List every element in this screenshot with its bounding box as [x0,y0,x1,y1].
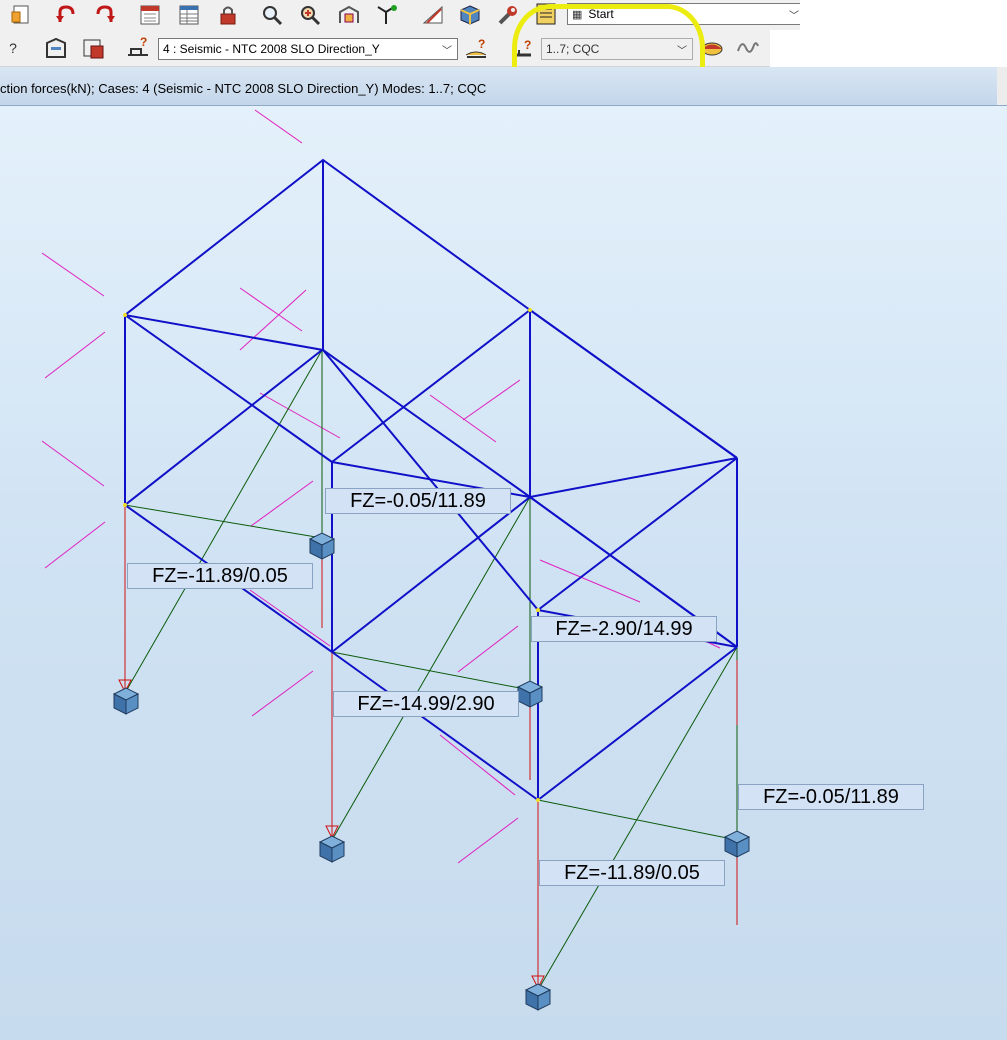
support-cube [524,983,552,1011]
cube-icon[interactable] [457,3,483,27]
load-case-select-value: 4 : Seismic - NTC 2008 SLO Direction_Y [163,42,380,56]
help-hand-label: ? [9,40,17,56]
layout-select-value: Start [588,7,614,21]
modes-select-value: 1..7; CQC [546,42,600,56]
view-title-bar: ction forces(kN); Cases: 4 (Seismic - NT… [0,67,1007,106]
wave-icon[interactable] [735,36,761,60]
undo-icon[interactable] [54,3,80,27]
toolbar-row-1: ▦ Start ﹀ [0,0,805,30]
layout-grid-icon: ▦ [572,8,583,21]
toolbar-empty-area [800,0,1007,66]
layout-icon[interactable] [533,2,559,26]
svg-text:?: ? [524,38,531,52]
support-cube [723,830,751,858]
chevron-down-icon[interactable]: ﹀ [441,42,453,57]
reaction-label: FZ=-2.90/14.99 [531,616,717,642]
table-icon[interactable] [176,3,202,27]
support-cube [308,532,336,560]
layout-select[interactable]: ▦ Start ﹀ [567,3,805,25]
load-case-help-icon[interactable]: ? [125,34,151,58]
svg-text:?: ? [478,37,485,51]
calculator-icon[interactable] [137,3,163,27]
support-cube [516,680,544,708]
chevron-down-icon[interactable]: ﹀ [788,7,800,22]
chevron-down-icon[interactable]: ﹀ [676,42,688,57]
support-lines [124,349,738,991]
wrench-icon[interactable] [495,3,521,27]
svg-text:?: ? [140,35,147,49]
reaction-label: FZ=-14.99/2.90 [333,691,519,717]
reaction-label: FZ=-0.05/11.89 [325,488,511,514]
redo-icon[interactable] [91,3,117,27]
structure-icon[interactable] [336,3,362,27]
load-display-icon[interactable]: ? [463,36,489,60]
scrollbar[interactable] [997,67,1007,105]
frame-view-icon[interactable] [43,36,69,60]
zoom-window-icon[interactable] [297,3,323,27]
view-title: ction forces(kN); Cases: 4 (Seismic - NT… [0,81,487,96]
support-cubes [112,532,751,1011]
spectrum-icon[interactable] [699,36,725,60]
axis-icon[interactable] [373,3,399,27]
help-hand-icon[interactable]: ? [0,36,26,60]
lock-icon[interactable] [215,3,241,27]
load-case-select[interactable]: 4 : Seismic - NTC 2008 SLO Direction_Y ﹀ [158,38,458,60]
model-viewport[interactable]: FZ=-0.05/11.89 FZ=-11.89/0.05 FZ=-2.90/1… [0,106,1007,1040]
reaction-label: FZ=-11.89/0.05 [127,563,313,589]
modes-select[interactable]: 1..7; CQC ﹀ [541,38,693,60]
reaction-label: FZ=-0.05/11.89 [738,784,924,810]
support-cube [112,687,140,715]
save-view-icon[interactable] [80,36,106,60]
magenta-guide-lines [41,109,738,864]
support-cube [318,835,346,863]
document-icon[interactable] [8,3,34,27]
toolbar-row-2: ? ? 4 : Seismic - NTC 2008 SLO Direction… [0,30,770,67]
zoom-icon[interactable] [259,3,285,27]
reaction-label: FZ=-11.89/0.05 [539,860,725,886]
modes-help-icon[interactable]: ? [510,36,536,60]
section-icon[interactable] [420,3,446,27]
